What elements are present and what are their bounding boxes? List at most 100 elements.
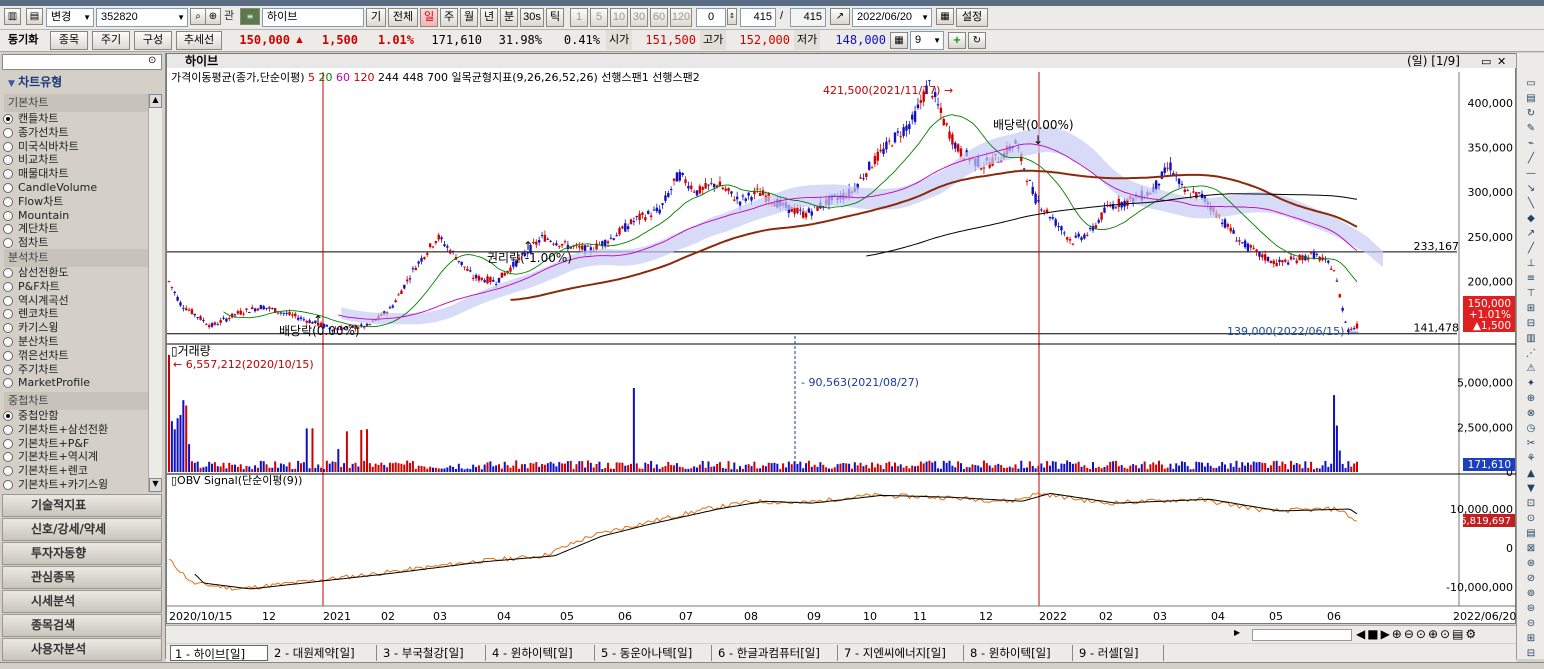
chart-type-option[interactable]: 기본차트+렌코 [3, 464, 88, 478]
period-tab[interactable]: 분 [500, 8, 518, 27]
drawing-tool-icon[interactable]: ⊡ [1523, 497, 1539, 511]
drawing-tool-icon[interactable]: ╱ [1523, 242, 1539, 256]
radio-icon[interactable] [3, 268, 13, 278]
zero-field[interactable]: 0 [696, 8, 726, 27]
drawing-tool-icon[interactable]: ⚠ [1523, 362, 1539, 376]
radio-icon[interactable] [3, 378, 13, 389]
chart-tab[interactable]: 4 - 윈하이텍[일] [488, 645, 595, 661]
drawing-tool-icon[interactable]: ⌁ [1523, 137, 1539, 151]
spin-icon[interactable]: ↕ [727, 8, 737, 25]
all-button[interactable]: 전체 [388, 8, 418, 27]
chart-scrollbar[interactable]: ▶ ◀■▶⊕⊖⊙⊕⊙▤⚙ [166, 625, 1516, 643]
drawing-tool-icon[interactable]: ⊟ [1523, 317, 1539, 331]
menu-button[interactable]: 종목검색 [2, 614, 162, 637]
pin-icon[interactable]: ⊙ [148, 55, 156, 66]
price-chart-svg[interactable]: 하이브 (일) [1/9] ▭ ✕ 가격이동평균(종가,단순이평) 5 20 60 12… [167, 53, 1517, 625]
menu-button[interactable]: 투자자동향 [2, 542, 162, 565]
radio-icon[interactable] [3, 309, 13, 320]
drawing-tool-icon[interactable]: ⋰ [1523, 347, 1539, 361]
drawing-tool-icon[interactable]: ⊛ [1523, 557, 1539, 571]
radio-icon[interactable] [3, 224, 13, 235]
refresh-icon[interactable]: ↻ [968, 32, 986, 49]
drawing-tool-icon[interactable]: ▥ [1523, 332, 1539, 346]
chart-area[interactable]: 하이브 (일) [1/9] ▭ ✕ 가격이동평균(종가,단순이평) 5 20 60 12… [166, 53, 1517, 625]
drawing-tool-icon[interactable]: ⊥ [1523, 257, 1539, 271]
save-icon[interactable]: ▤ [26, 8, 43, 25]
radio-icon[interactable] [3, 127, 13, 138]
chart-type-option[interactable]: 역시계곡선 [3, 294, 69, 308]
drawing-tool-icon[interactable]: ⊞ [1523, 632, 1539, 646]
chart-type-option[interactable]: 꺾은선차트 [3, 349, 69, 363]
drawing-tool-icon[interactable]: ✂ [1523, 437, 1539, 451]
scroll-controls[interactable]: ◀■▶⊕⊖⊙⊕⊙▤⚙ [1356, 627, 1478, 641]
drawing-tool-icon[interactable]: ╱ [1523, 152, 1539, 166]
drawing-tool-icon[interactable]: ✦ [1523, 377, 1539, 391]
drawing-tool-icon[interactable]: ⊝ [1523, 617, 1539, 631]
add-icon[interactable]: + [948, 32, 966, 49]
period-tab[interactable]: 30s [520, 8, 544, 27]
period-tab[interactable]: 틱 [546, 8, 564, 27]
radio-icon[interactable] [3, 295, 13, 306]
chart-type-option[interactable]: 기본차트+P&F [3, 437, 89, 451]
menu-button[interactable]: 사용자분석 [2, 638, 162, 661]
radio-icon[interactable] [3, 364, 13, 375]
chart-type-option[interactable]: 카기스윙 [3, 321, 58, 335]
layout-icon[interactable]: ▥ [4, 8, 21, 25]
radio-icon[interactable] [3, 196, 13, 207]
chart-tab[interactable]: 5 - 동운아나텍[일] [597, 645, 712, 661]
radio-icon[interactable] [3, 281, 13, 292]
drawing-tool-icon[interactable]: — [1523, 167, 1539, 181]
drawing-tool-icon[interactable]: ▲ [1523, 467, 1539, 481]
chart-tab[interactable]: 2 - 대원제약[일] [270, 645, 377, 661]
radio-icon[interactable] [3, 337, 13, 347]
radio-icon[interactable] [3, 480, 13, 490]
drawing-tool-icon[interactable]: ⊠ [1523, 542, 1539, 556]
minute-tab[interactable]: 60 [650, 8, 668, 27]
mode-select[interactable]: 변경 ▼ [46, 8, 94, 27]
drawing-tool-icon[interactable]: ↗ [1523, 227, 1539, 241]
chart-type-option[interactable]: 기본차트+역시계 [3, 450, 98, 464]
minute-tab[interactable]: 30 [630, 8, 648, 27]
chart-type-option[interactable]: Flow차트 [3, 195, 63, 209]
settings-button[interactable]: 설정 [956, 8, 988, 27]
drawing-tool-icon[interactable]: ▤ [1523, 92, 1539, 106]
chart-type-option[interactable]: 삼선전환도 [3, 266, 69, 280]
drawing-tool-icon[interactable]: ≡ [1523, 272, 1539, 286]
search-icon[interactable]: ⌕ [190, 8, 206, 25]
radio-icon[interactable] [3, 438, 13, 449]
chart-type-option[interactable]: 주기차트 [3, 363, 58, 377]
chart-type-option[interactable]: 캔들차트 [3, 112, 58, 126]
drawing-tool-icon[interactable]: ⚘ [1523, 452, 1539, 466]
chart-type-option[interactable]: 매물대차트 [3, 167, 69, 181]
minute-tab[interactable]: 1 [570, 8, 588, 27]
drawing-tool-icon[interactable]: ⊟ [1523, 647, 1539, 661]
chart-tab[interactable]: 3 - 부국철강[일] [379, 645, 486, 661]
radio-icon[interactable] [3, 155, 13, 166]
drawing-tool-icon[interactable]: ⊗ [1523, 407, 1539, 421]
drawing-tool-icon[interactable]: ↘ [1523, 182, 1539, 196]
drawing-tool-icon[interactable]: ↻ [1523, 107, 1539, 121]
drawing-tool-icon[interactable]: ⊘ [1523, 572, 1539, 586]
radio-icon[interactable] [3, 238, 13, 249]
chart-type-option[interactable]: CandleVolume [3, 181, 97, 195]
drawing-tool-icon[interactable]: ✎ [1523, 122, 1539, 136]
restore-icon[interactable]: ▭ [1481, 55, 1491, 68]
period-tab[interactable]: 주 [440, 8, 458, 27]
group-icon[interactable]: ≡ [240, 8, 260, 25]
chart-type-option[interactable]: Mountain [3, 209, 69, 223]
minute-tab[interactable]: 10 [610, 8, 628, 27]
chart-icon[interactable]: ↗ [830, 8, 850, 25]
stock-button[interactable]: 종목 [50, 31, 88, 50]
radio-icon[interactable] [3, 210, 13, 221]
drawing-tool-icon[interactable]: ⊚ [1523, 587, 1539, 601]
drawing-tool-icon[interactable]: ◷ [1523, 422, 1539, 436]
radio-icon[interactable] [3, 411, 13, 421]
chart-tab[interactable]: 8 - 윈하이텍[일] [966, 645, 1073, 661]
gi-button[interactable]: 기 [366, 8, 386, 27]
left-search-input[interactable] [2, 54, 162, 70]
drawing-tool-icon[interactable]: ⊤ [1523, 287, 1539, 301]
chart-type-option[interactable]: 분산차트 [3, 335, 58, 349]
chart-type-option[interactable]: P&F차트 [3, 280, 60, 294]
radio-icon[interactable] [3, 466, 13, 477]
radio-icon[interactable] [3, 169, 13, 180]
